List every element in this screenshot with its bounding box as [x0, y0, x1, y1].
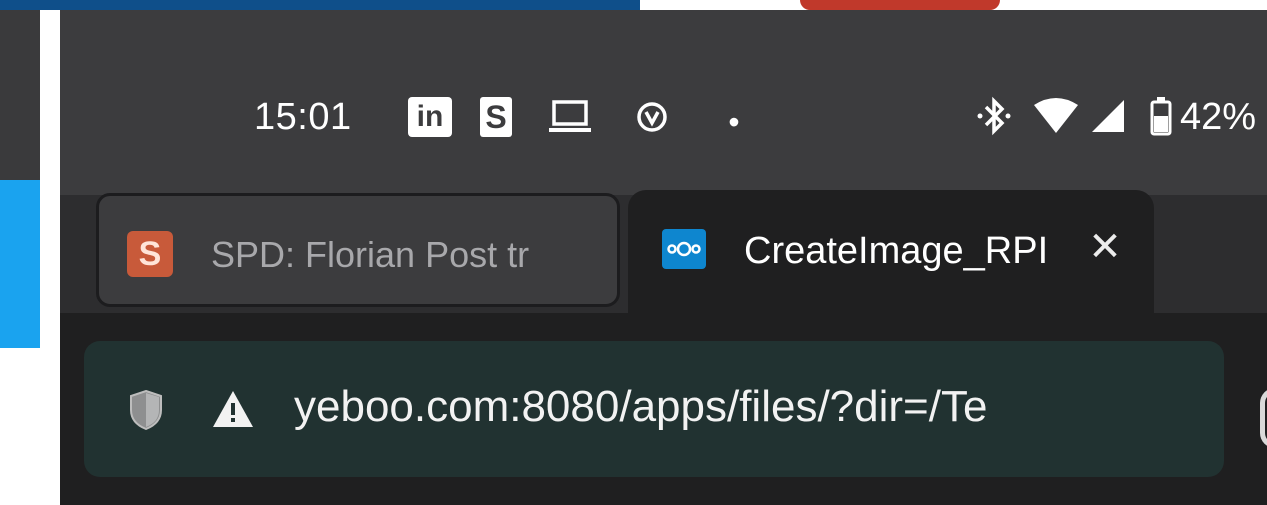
battery-percentage: 42% [1180, 96, 1257, 138]
tab-createimage[interactable]: CreateImage_RPI ✕ [628, 190, 1154, 330]
tab-title: SPD: Florian Post tr [211, 234, 530, 275]
linkedin-icon: in [408, 97, 452, 137]
laptop-icon [540, 96, 600, 136]
background-window-dark [0, 10, 40, 180]
tab-spd[interactable]: S SPD: Florian Post tr [96, 193, 620, 307]
notification-dot: • [728, 103, 740, 140]
background-window-blue [0, 180, 40, 348]
shield-icon[interactable] [130, 389, 162, 431]
tab-title: CreateImage_RPI [744, 230, 1049, 272]
nextcloud-favicon-icon [662, 229, 706, 269]
cell-signal-icon [1088, 96, 1128, 136]
bluetooth-icon [974, 96, 1014, 136]
warning-icon[interactable] [212, 390, 254, 428]
battery-icon [1150, 96, 1172, 136]
status-clock: 15:01 [254, 96, 352, 138]
spd-favicon-icon: S [127, 231, 173, 277]
tab-close-button[interactable]: ✕ [1080, 222, 1130, 272]
wifi-icon [1032, 96, 1080, 136]
background-banner-red [800, 0, 1000, 10]
vpn-icon [634, 97, 670, 137]
s-app-icon: S [480, 97, 512, 137]
background-banner-blue [0, 0, 640, 10]
url-text[interactable]: yeboo.com:8080/apps/files/?dir=/Te [294, 382, 1204, 432]
phone-screen: 15:01 in S • 42% S SPD: Florian Post tr … [60, 10, 1267, 505]
tab-switcher-button[interactable] [1260, 388, 1267, 448]
